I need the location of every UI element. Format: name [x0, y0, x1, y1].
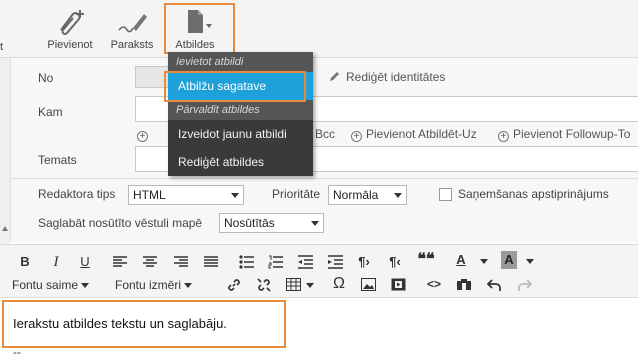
paperclip-icon [60, 10, 84, 35]
align-center-icon[interactable] [143, 256, 157, 268]
chevron-down-icon [231, 193, 239, 198]
form-divider [11, 178, 638, 179]
add-bcc-link[interactable]: Bcc [315, 127, 335, 141]
add-followup-link[interactable]: + Pievienot Followup-To [498, 127, 630, 142]
chevron-down-icon[interactable] [526, 259, 534, 264]
menu-item-highlight-frame [164, 71, 306, 102]
save-sent-label: Saglabāt nosūtīto vēstuli mapē [38, 216, 203, 230]
receipt-checkbox[interactable] [439, 188, 452, 201]
edit-identities-text: Rediģēt identitātes [346, 70, 446, 84]
font-family-select[interactable]: Fontu saime [12, 276, 112, 294]
form-scroll-strip[interactable] [0, 58, 10, 244]
scroll-up-arrow-icon[interactable] [2, 226, 8, 231]
media-icon[interactable] [391, 278, 406, 291]
link-icon[interactable] [227, 278, 241, 292]
add-reply-to-link[interactable]: + Pievienot Atbildēt-Uz [351, 127, 477, 142]
editor-type-select[interactable]: HTML [128, 185, 244, 205]
background-color-button[interactable]: A [501, 251, 517, 269]
special-char-icon[interactable]: Ω [330, 275, 348, 293]
align-justify-icon[interactable] [204, 256, 218, 268]
chevron-down-icon [184, 283, 193, 288]
save-sent-value: Nosūtītās [224, 216, 275, 230]
priority-label: Prioritāte [272, 187, 321, 201]
add-cc-link[interactable]: + [137, 127, 152, 142]
plus-circle-icon: + [137, 131, 148, 142]
menu-section-insert: Ievietot atbildi [168, 52, 313, 72]
to-label: Kam [38, 105, 63, 119]
menu-item-create-response[interactable]: Izveidot jaunu atbildi [168, 120, 313, 148]
numbered-list-icon[interactable] [268, 255, 283, 269]
blockquote-icon[interactable]: ❝❝ [417, 251, 435, 269]
add-bcc-text: Bcc [315, 127, 336, 141]
priority-select[interactable]: Normāla [328, 185, 407, 205]
menu-item-edit-responses[interactable]: Rediģēt atbildes [168, 148, 313, 176]
text-color-button[interactable]: A [453, 251, 469, 269]
chevron-down-icon [311, 221, 319, 226]
add-followup-text: Pievienot Followup-To [513, 127, 631, 141]
rtl-paragraph-icon[interactable]: ¶‹ [386, 253, 404, 271]
bold-button[interactable]: B [17, 253, 33, 271]
unlink-icon[interactable] [257, 278, 271, 292]
font-size-select[interactable]: Fontu izmēri [115, 276, 215, 294]
priority-value: Normāla [333, 188, 379, 202]
italic-button[interactable]: I [48, 253, 64, 271]
align-right-icon[interactable] [174, 256, 188, 268]
underline-button[interactable]: U [77, 253, 93, 271]
toolbar-left-fragment: t [0, 41, 4, 53]
pencil-icon [330, 72, 339, 81]
plus-circle-icon: + [498, 131, 509, 142]
editor-type-label: Redaktora tips [38, 187, 116, 201]
chevron-down-icon[interactable] [480, 259, 488, 264]
add-reply-to-text: Pievienot Atbildēt-Uz [366, 127, 477, 141]
undo-icon[interactable] [487, 278, 501, 291]
from-label: No [38, 71, 54, 85]
attach-button[interactable]: Pievienot [42, 6, 98, 56]
redo-icon[interactable] [518, 278, 532, 291]
save-sent-select[interactable]: Nosūtītās [219, 213, 324, 233]
chevron-down-icon [81, 283, 90, 288]
menu-section-manage: Pārvaldīt atbildes [168, 100, 313, 120]
table-icon[interactable] [286, 278, 301, 291]
align-left-icon[interactable] [113, 256, 127, 268]
compose-header-form: No Rediģēt identitātes Kam + Bcc + Pievie… [10, 58, 638, 242]
plus-circle-icon: + [351, 131, 362, 142]
receipt-label: Saņemšanas apstiprinājums [458, 187, 609, 201]
bullet-list-icon[interactable] [239, 255, 254, 269]
compose-toolbar: t Pievienot Paraksts Atbildes [0, 0, 638, 58]
source-code-icon[interactable]: <> [425, 275, 443, 293]
edit-identities-link[interactable]: Rediģēt identitātes [329, 70, 445, 84]
responses-highlight-frame [164, 3, 235, 54]
editor-toolbar: B I U ¶› ¶‹ ❝❝ A A Fontu saime Fontu izm… [0, 244, 638, 298]
subject-label: Temats [38, 153, 77, 167]
attach-label: Pievienot [47, 39, 93, 51]
outdent-icon[interactable] [298, 255, 313, 269]
pen-signature-icon [118, 14, 147, 33]
chevron-down-icon [394, 193, 402, 198]
signature-button[interactable]: Paraksts [104, 6, 160, 56]
image-icon[interactable] [361, 278, 376, 291]
font-family-label: Fontu saime [12, 278, 79, 292]
font-size-label: Fontu izmēri [115, 278, 182, 292]
find-replace-icon[interactable] [456, 278, 472, 291]
editor-type-value: HTML [133, 188, 166, 202]
ltr-paragraph-icon[interactable]: ¶› [356, 253, 372, 271]
chevron-down-icon[interactable] [306, 283, 314, 288]
editor-highlight-frame [2, 300, 286, 348]
signature-label: Paraksts [110, 39, 154, 51]
indent-icon[interactable] [328, 255, 343, 269]
